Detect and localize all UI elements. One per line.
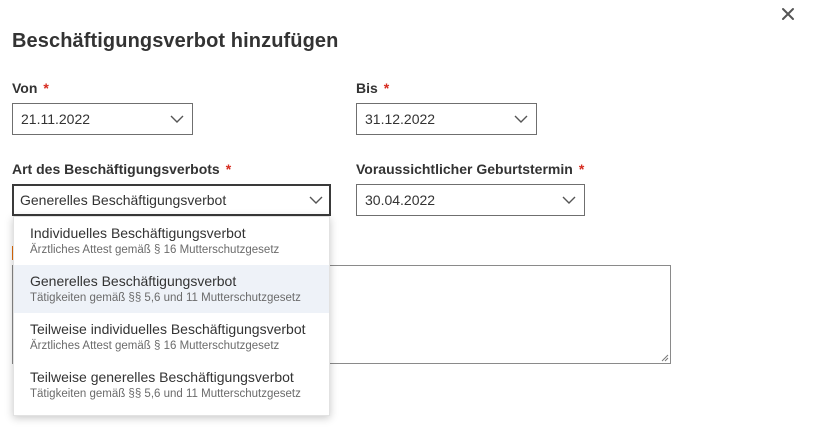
dialog-title: Beschäftigungsverbot hinzufügen <box>12 30 339 52</box>
dropdown-option-teilweise-generell[interactable]: Teilweise generelles Beschäftigungsverbo… <box>14 361 329 409</box>
option-description: Ärztliches Attest gemäß § 16 Mutterschut… <box>30 244 280 256</box>
art-label-text: Art des Beschäftigungsverbots <box>12 161 220 177</box>
close-button[interactable] <box>778 4 798 24</box>
dropdown-option-teilweise-individuell[interactable]: Teilweise individuelles Beschäftigungsve… <box>14 313 329 361</box>
von-value: 21.11.2022 <box>21 111 91 127</box>
bis-value: 31.12.2022 <box>365 111 436 127</box>
required-marker: * <box>225 161 232 177</box>
bis-label-text: Bis <box>356 80 378 96</box>
option-description: Tätigkeiten gemäß §§ 5,6 und 11 Muttersc… <box>30 292 301 304</box>
art-label: Art des Beschäftigungsverbots * <box>12 161 231 177</box>
geburtstermin-date-select[interactable]: 30.04.2022 <box>356 184 585 216</box>
close-icon <box>782 8 794 20</box>
chevron-down-icon <box>170 115 184 123</box>
bis-date-select[interactable]: 31.12.2022 <box>356 103 537 135</box>
chevron-down-icon <box>562 196 576 204</box>
bis-label: Bis * <box>356 80 389 96</box>
dropdown-option-individuell[interactable]: Individuelles Beschäftigungsverbot Ärztl… <box>14 217 329 265</box>
option-description: Tätigkeiten gemäß §§ 5,6 und 11 Muttersc… <box>30 388 301 400</box>
required-marker: * <box>383 80 390 96</box>
option-description: Ärztliches Attest gemäß § 16 Mutterschut… <box>30 340 280 352</box>
option-label: Generelles Beschäftigungsverbot <box>30 273 237 289</box>
art-select[interactable]: Generelles Beschäftigungsverbot <box>12 184 331 216</box>
required-marker: * <box>43 80 49 96</box>
option-label: Individuelles Beschäftigungsverbot <box>30 225 246 241</box>
option-label: Teilweise individuelles Beschäftigungsve… <box>30 321 306 337</box>
von-label-text: Von <box>12 80 38 96</box>
art-dropdown-menu: Individuelles Beschäftigungsverbot Ärztl… <box>13 216 330 416</box>
chevron-down-icon <box>514 115 528 123</box>
geburtstermin-label: Voraussichtlicher Geburtstermin * <box>356 161 584 177</box>
chevron-down-icon <box>309 196 323 204</box>
geburtstermin-label-text: Voraussichtlicher Geburtstermin <box>356 161 573 177</box>
resize-handle-icon[interactable] <box>659 352 669 362</box>
von-label: Von * <box>12 80 49 96</box>
von-date-select[interactable]: 21.11.2022 <box>12 103 193 135</box>
required-marker: * <box>578 161 585 177</box>
option-label: Teilweise generelles Beschäftigungsverbo… <box>30 369 294 385</box>
dropdown-option-generell[interactable]: Generelles Beschäftigungsverbot Tätigkei… <box>14 265 329 313</box>
geburtstermin-value: 30.04.2022 <box>365 192 436 208</box>
art-value: Generelles Beschäftigungsverbot <box>20 192 227 208</box>
